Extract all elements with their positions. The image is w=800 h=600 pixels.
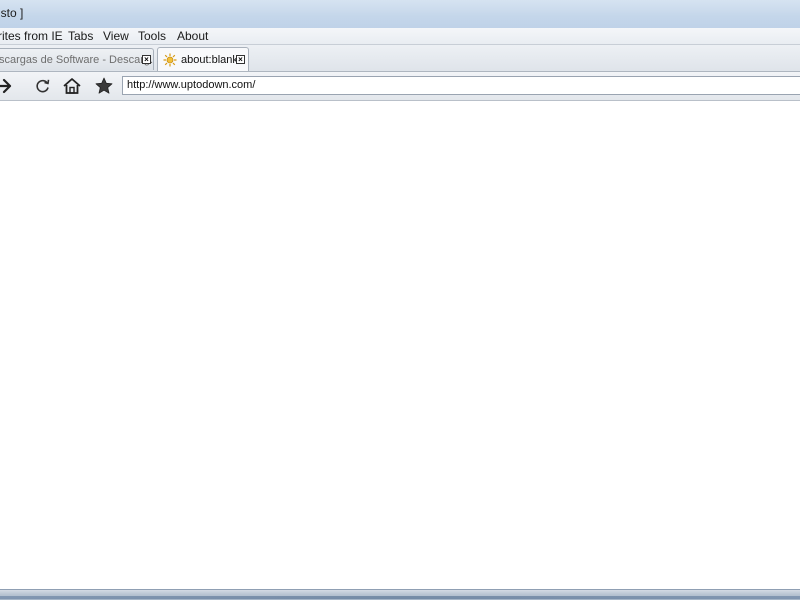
- reload-icon[interactable]: [33, 76, 53, 96]
- favorites-star-icon[interactable]: [94, 76, 114, 96]
- menu-tools[interactable]: Tools: [138, 29, 166, 43]
- tab-label: scargas de Software - Descarg...: [0, 54, 154, 66]
- home-icon[interactable]: [62, 76, 82, 96]
- window-bottom-border: [0, 589, 800, 600]
- browser-window: isto ] rites from IE Tabs View Tools Abo…: [0, 0, 800, 600]
- menu-favorites-from-ie[interactable]: rites from IE: [0, 29, 63, 43]
- page-content-blank: [0, 101, 800, 589]
- tab-strip: scargas de Software - Descarg... × about…: [0, 45, 800, 72]
- menu-view[interactable]: View: [103, 29, 129, 43]
- forward-arrow-icon[interactable]: [0, 76, 14, 96]
- sun-icon: [163, 53, 177, 67]
- window-title: isto ]: [0, 6, 24, 20]
- menu-tabs[interactable]: Tabs: [68, 29, 93, 43]
- menu-bar: rites from IE Tabs View Tools About: [0, 28, 800, 45]
- tab-about-blank[interactable]: about:blank ×: [157, 47, 249, 71]
- navigation-toolbar: http://www.uptodown.com/: [0, 72, 800, 101]
- close-icon[interactable]: ×: [142, 55, 151, 64]
- tab-descargas[interactable]: scargas de Software - Descarg... ×: [0, 48, 154, 70]
- tab-label: about:blank: [181, 54, 238, 66]
- address-bar[interactable]: http://www.uptodown.com/: [122, 76, 800, 95]
- close-icon[interactable]: ×: [236, 55, 245, 64]
- title-bar[interactable]: isto ]: [0, 0, 800, 29]
- menu-about[interactable]: About: [177, 29, 208, 43]
